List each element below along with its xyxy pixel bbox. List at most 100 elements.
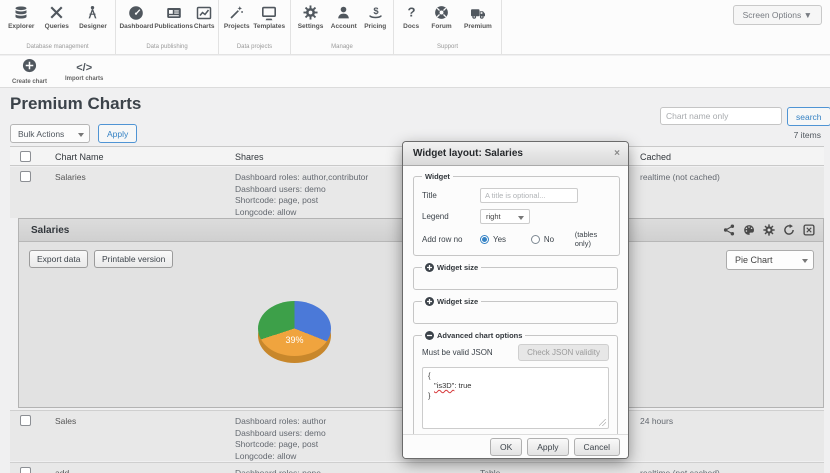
gear-icon[interactable] [763, 224, 775, 236]
check-json-validity-button[interactable]: Check JSON validity [518, 344, 609, 361]
toolbar-item-dashboard[interactable]: Dashboard [119, 4, 153, 30]
cancel-button[interactable]: Cancel [574, 438, 620, 456]
apply-button[interactable]: Apply [98, 124, 137, 143]
pie-chart: 39% [258, 301, 331, 363]
toolbar-item-explorer[interactable]: Explorer [8, 4, 34, 30]
toolbar-group-publishing: Dashboard Publications Charts Data publi… [116, 0, 219, 54]
no-label: No [544, 235, 554, 244]
toolbar-item-label: Publications [154, 23, 193, 30]
row-checkbox[interactable] [20, 467, 31, 473]
toolbar-item-label: Docs [403, 23, 419, 30]
toolbar-item-label: Premium [464, 23, 492, 30]
column-shares: Shares [235, 152, 264, 162]
chart-type-value: Pie Chart [735, 255, 773, 265]
bulk-actions-select[interactable]: Bulk Actions [10, 124, 90, 143]
add-circle-icon [22, 58, 37, 78]
legend-select[interactable]: right [480, 209, 530, 224]
toolbar-item-templates[interactable]: Templates [253, 4, 285, 30]
chevron-down-icon [518, 216, 524, 220]
toolbar-group-caption: Database management [0, 44, 115, 50]
toolbar-group-manage: Settings Account $ Pricing Manage [291, 0, 394, 54]
chart-name[interactable]: Sales [55, 416, 76, 426]
widget-title-input[interactable] [480, 188, 578, 203]
life-ring-icon [434, 4, 449, 21]
chart-type-select[interactable]: Pie Chart [726, 250, 814, 270]
close-box-icon[interactable] [803, 224, 815, 236]
toolbar-item-charts[interactable]: Charts [194, 4, 215, 30]
svg-text:?: ? [407, 5, 415, 20]
cached-cell: 24 hours [640, 416, 673, 426]
widget-size-section-1: Widget size [413, 263, 618, 290]
apply-button[interactable]: Apply [527, 438, 568, 456]
toolbar-item-projects[interactable]: Projects [224, 4, 250, 30]
gauge-icon [128, 4, 144, 21]
toolbar-item-forum[interactable]: Forum [431, 4, 451, 30]
import-charts-button[interactable]: </> Import charts [65, 61, 103, 82]
toolbar-item-label: Charts [194, 23, 215, 30]
compass-icon [85, 4, 100, 21]
toolbar-item-label: Explorer [8, 23, 34, 30]
toolbar-item-premium[interactable]: Premium [464, 4, 492, 30]
share-icon[interactable] [723, 224, 735, 236]
toolbar-item-label: Designer [79, 23, 107, 30]
add-row-no-radio[interactable] [531, 235, 540, 244]
select-all-checkbox[interactable] [20, 151, 31, 162]
toolbar-item-account[interactable]: Account [331, 4, 357, 30]
title-label: Title [422, 191, 480, 200]
toolbar-group-caption: Support [394, 44, 501, 50]
type-cell: Table [480, 468, 500, 473]
toolbar-item-publications[interactable]: Publications [154, 4, 193, 30]
row-checkbox[interactable] [20, 171, 31, 182]
widget-layout-modal: Widget layout: Salaries × Widget Title L… [403, 142, 628, 458]
toolbar-group-database: Explorer Queries Designer Database manag… [0, 0, 116, 54]
toolbar-group-projects: Projects Templates Data projects [219, 0, 291, 54]
column-chart-name: Chart Name [55, 152, 104, 162]
json-key: "is3D" [434, 381, 454, 390]
close-icon[interactable]: × [614, 148, 620, 159]
toolbar-item-queries[interactable]: Queries [45, 4, 69, 30]
svg-text:$: $ [373, 6, 379, 16]
json-options-textarea[interactable]: { "is3D": true } [422, 367, 609, 429]
cached-cell: realtime (not cached) [640, 172, 720, 182]
tables-only-note: (tables only) [575, 230, 611, 248]
items-count: 7 items [794, 130, 821, 140]
search-input[interactable] [660, 107, 782, 125]
export-data-button[interactable]: Export data [29, 250, 88, 268]
legend-select-value: right [486, 212, 501, 221]
chart-name[interactable]: add [55, 468, 69, 473]
create-chart-button[interactable]: Create chart [12, 58, 47, 85]
printable-version-button[interactable]: Printable version [94, 250, 173, 268]
magic-wand-icon [229, 4, 244, 21]
widget-size-legend[interactable]: Widget size [422, 263, 481, 272]
yes-label: Yes [493, 235, 506, 244]
toolbar-item-label: Forum [431, 23, 451, 30]
toolbar-item-designer[interactable]: Designer [79, 4, 107, 30]
modal-header: Widget layout: Salaries × [403, 142, 628, 166]
toolbar-item-docs[interactable]: ? Docs [403, 4, 419, 30]
toolbar-item-label: Settings [298, 23, 324, 30]
question-icon: ? [404, 4, 419, 21]
widget-toolbar [723, 224, 815, 236]
chart-line-icon [196, 4, 212, 21]
chart-name[interactable]: Salaries [55, 172, 86, 182]
resize-handle[interactable] [599, 419, 606, 426]
row-checkbox[interactable] [20, 415, 31, 426]
refresh-icon[interactable] [783, 224, 795, 236]
toolbar-item-pricing[interactable]: $ Pricing [364, 4, 386, 30]
search-button[interactable]: search [787, 107, 830, 126]
toolbar-group-support: ? Docs Forum Premium Support [394, 0, 502, 54]
truck-icon [470, 4, 486, 21]
database-icon [13, 4, 29, 21]
user-icon [336, 4, 351, 21]
toolbar-group-caption: Manage [291, 44, 393, 50]
toolbar-item-settings[interactable]: Settings [298, 4, 324, 30]
widget-size-legend[interactable]: Widget size [422, 297, 481, 306]
palette-icon[interactable] [743, 224, 755, 236]
chevron-down-icon [78, 133, 84, 137]
gear-icon [303, 4, 318, 21]
add-row-yes-radio[interactable] [480, 235, 489, 244]
shares-cell: Dashboard roles: none [235, 468, 321, 473]
advanced-options-legend[interactable]: Advanced chart options [422, 331, 525, 340]
ok-button[interactable]: OK [490, 438, 522, 456]
screen-options-button[interactable]: Screen Options ▼ [733, 5, 822, 25]
